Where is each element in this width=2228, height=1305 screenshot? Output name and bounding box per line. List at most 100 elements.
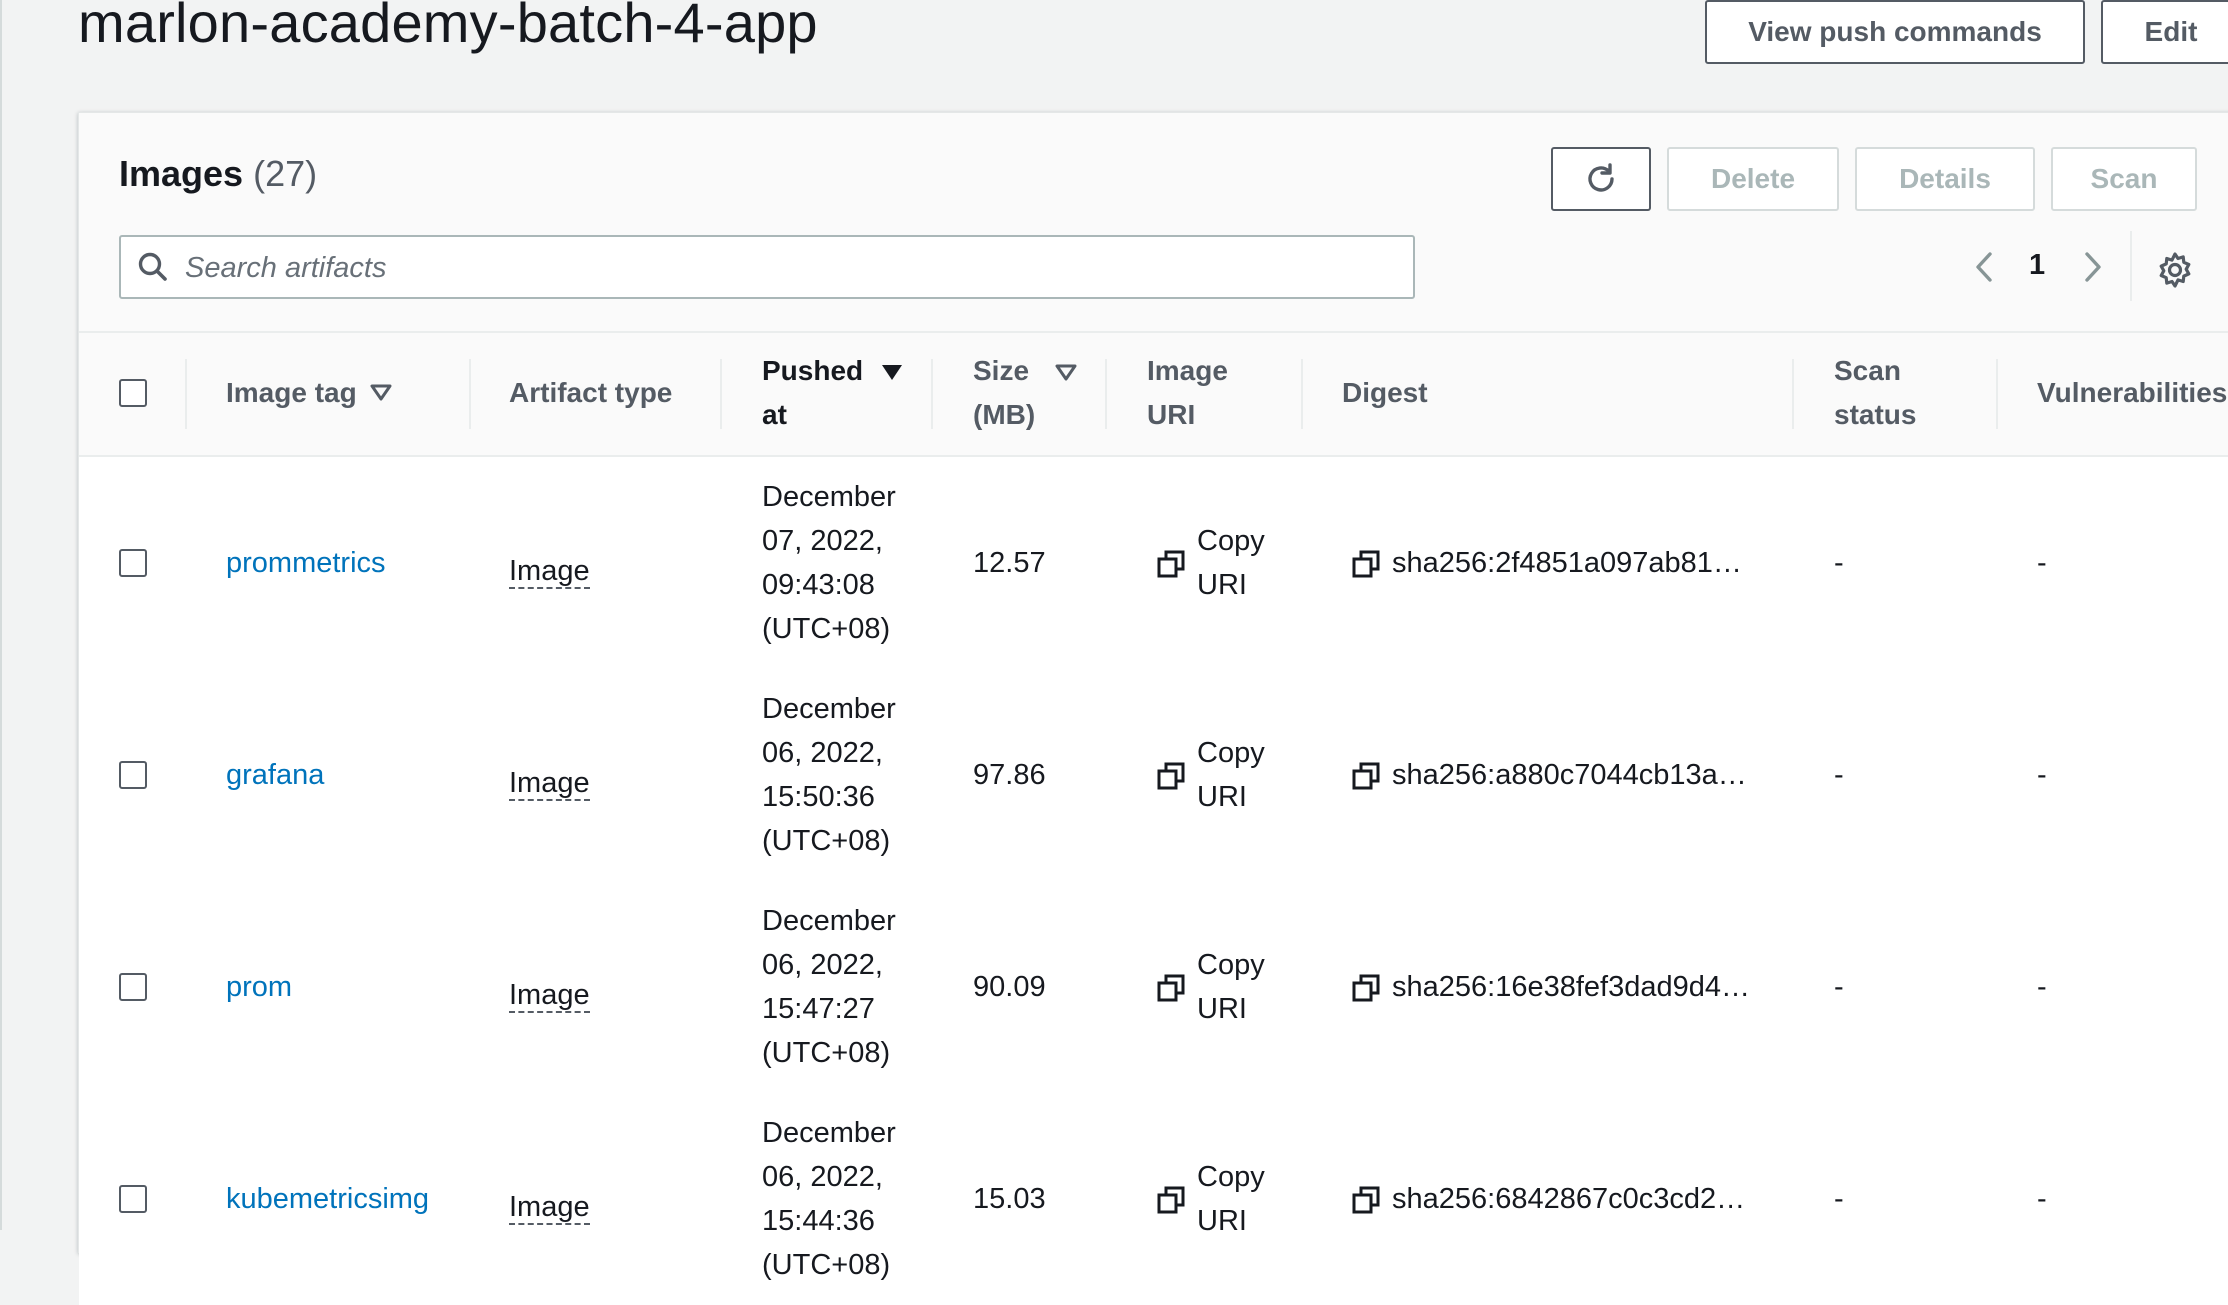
copy-uri-button[interactable]: Copy URI [1197, 731, 1265, 819]
pushed-at-line: 15:50:36 [762, 781, 875, 813]
search-box [119, 235, 1415, 299]
row-checkbox[interactable] [119, 973, 147, 1001]
copy-uri-line2: URI [1197, 1205, 1247, 1237]
copy-uri-line1: Copy [1197, 737, 1265, 769]
copy-uri-line1: Copy [1197, 525, 1265, 557]
column-image-uri-line1: Image [1147, 355, 1228, 386]
column-pushed-at[interactable]: Pushed at [762, 349, 863, 437]
pushed-at: December 07, 2022, 09:43:08 (UTC+08) [762, 475, 896, 651]
scan-status: - [1834, 759, 1844, 791]
sort-image-tag-icon[interactable] [369, 383, 393, 403]
artifact-type: Image [509, 1191, 590, 1225]
column-pushed-at-line2: at [762, 399, 787, 430]
pushed-at-line: (UTC+08) [762, 1249, 891, 1281]
image-count: (27) [253, 153, 318, 194]
copy-uri-line2: URI [1197, 993, 1247, 1025]
column-size-line2: (MB) [973, 399, 1036, 430]
digest-value: sha256:2f4851a097ab81… [1392, 547, 1742, 579]
vulnerabilities-value: - [2037, 547, 2047, 579]
size-value: 15.03 [973, 1183, 1046, 1215]
digest-value: sha256:16e38fef3dad9d4… [1392, 971, 1750, 1003]
column-image-tag[interactable]: Image tag [226, 371, 357, 415]
sort-size-icon[interactable] [1054, 363, 1078, 383]
column-divider [185, 359, 187, 429]
pushed-at-line: December [762, 693, 896, 725]
refresh-icon [1583, 161, 1619, 197]
pushed-at-line: (UTC+08) [762, 825, 891, 857]
digest-value: sha256:a880c7044cb13a… [1392, 759, 1747, 791]
copy-uri-button[interactable]: Copy URI [1197, 943, 1265, 1031]
select-all-checkbox[interactable] [119, 379, 147, 407]
row-checkbox[interactable] [119, 549, 147, 577]
pager-divider [2130, 231, 2132, 301]
copy-uri-button[interactable]: Copy URI [1197, 519, 1265, 607]
pushed-at: December 06, 2022, 15:50:36 (UTC+08) [762, 687, 896, 863]
copy-icon[interactable] [1157, 762, 1185, 790]
search-icon [137, 251, 169, 283]
column-divider [1792, 359, 1794, 429]
column-pushed-at-line1: Pushed [762, 355, 864, 386]
column-size[interactable]: Size (MB) [973, 349, 1035, 437]
panel-title: Images (27) [119, 153, 317, 195]
table-row[interactable]: grafana Image December 06, 2022, 15:50:3… [79, 669, 2228, 883]
column-artifact-type[interactable]: Artifact type [509, 371, 672, 415]
search-input[interactable] [183, 237, 1397, 299]
current-page-number[interactable]: 1 [2029, 249, 2045, 282]
row-checkbox[interactable] [119, 1185, 147, 1213]
copy-uri-line2: URI [1197, 781, 1247, 813]
pushed-at-line: December [762, 481, 896, 513]
images-panel: Images (27) Delete Details Scan 1 [78, 112, 2228, 1305]
pushed-at-line: 07, 2022, [762, 525, 883, 557]
row-checkbox[interactable] [119, 761, 147, 789]
column-scan-status-line2: status [1834, 399, 1917, 430]
pushed-at-line: 06, 2022, [762, 1161, 883, 1193]
copy-icon[interactable] [1157, 550, 1185, 578]
vulnerabilities-value: - [2037, 971, 2047, 1003]
next-page-icon[interactable] [2077, 242, 2109, 292]
pushed-at-line: December [762, 905, 896, 937]
copy-icon[interactable] [1157, 974, 1185, 1002]
column-scan-status: Scan status [1834, 349, 1916, 437]
panel-header: Images (27) Delete Details Scan 1 [79, 113, 2228, 333]
copy-icon[interactable] [1157, 1186, 1185, 1214]
table-row[interactable]: prom Image December 06, 2022, 15:47:27 (… [79, 881, 2228, 1095]
column-image-uri: Image URI [1147, 349, 1228, 437]
copy-uri-line1: Copy [1197, 949, 1265, 981]
image-tag-link[interactable]: prommetrics [226, 541, 386, 585]
copy-digest-icon[interactable] [1352, 974, 1380, 1002]
copy-digest-icon[interactable] [1352, 1186, 1380, 1214]
column-divider [931, 359, 933, 429]
scan-status: - [1834, 971, 1844, 1003]
scan-button[interactable]: Scan [2051, 147, 2197, 211]
column-image-uri-line2: URI [1147, 399, 1196, 430]
pushed-at-line: 15:44:36 [762, 1205, 875, 1237]
pushed-at-line: 06, 2022, [762, 949, 883, 981]
column-size-line1: Size [973, 355, 1030, 386]
column-digest: Digest [1342, 377, 1428, 408]
image-tag-link[interactable]: grafana [226, 753, 324, 797]
size-value: 12.57 [973, 547, 1046, 579]
settings-gear-icon[interactable] [2155, 250, 2195, 290]
copy-digest-icon[interactable] [1352, 762, 1380, 790]
table-row[interactable]: prommetrics Image December 07, 2022, 09:… [79, 457, 2228, 671]
details-button[interactable]: Details [1855, 147, 2035, 211]
size-value: 97.86 [973, 759, 1046, 791]
previous-page-icon[interactable] [1968, 242, 2000, 292]
image-tag-link[interactable]: kubemetricsimg [226, 1177, 429, 1221]
view-push-commands-button[interactable]: View push commands [1705, 0, 2085, 64]
edit-button[interactable]: Edit [2101, 0, 2228, 64]
image-tag-link[interactable]: prom [226, 965, 292, 1009]
column-vulnerabilities: Vulnerabilities [2037, 377, 2228, 408]
table-header: Image tag Artifact type Pushed at Size (… [79, 333, 2228, 457]
sort-descending-icon[interactable] [880, 363, 904, 383]
pushed-at-line: December [762, 1117, 896, 1149]
pushed-at-line: (UTC+08) [762, 1037, 891, 1069]
column-scan-status-line1: Scan [1834, 355, 1901, 386]
delete-button[interactable]: Delete [1667, 147, 1839, 211]
table-row[interactable]: kubemetricsimg Image December 06, 2022, … [79, 1093, 2228, 1305]
refresh-button[interactable] [1551, 147, 1651, 211]
copy-uri-line1: Copy [1197, 1161, 1265, 1193]
copy-digest-icon[interactable] [1352, 550, 1380, 578]
size-value: 90.09 [973, 971, 1046, 1003]
column-divider [1301, 359, 1303, 429]
